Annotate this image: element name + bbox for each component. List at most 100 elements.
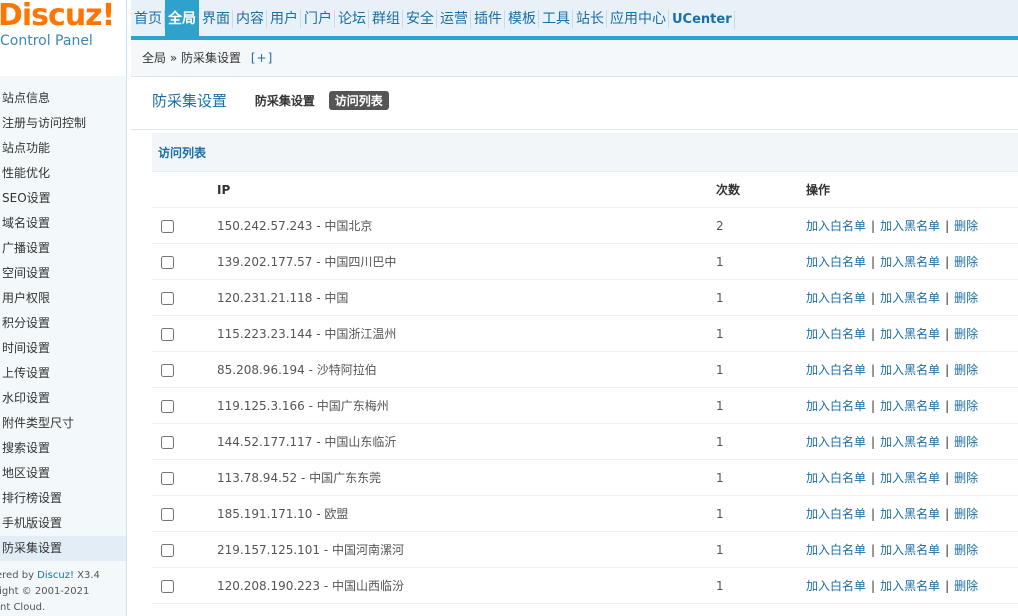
ops-separator: | <box>945 219 950 233</box>
row-checkbox[interactable] <box>161 435 174 449</box>
row-select-cell <box>152 387 217 424</box>
row-checkbox[interactable] <box>161 399 174 413</box>
sidebar-item-18[interactable]: 防采集设置 <box>0 536 126 561</box>
delete-link[interactable]: 删除 <box>954 579 978 593</box>
access-list-table: IP 次数 操作 150.242.57.243 - 中国北京 2 加入白名单 | 加入黑… <box>152 172 1018 604</box>
add-blacklist-link[interactable]: 加入黑名单 <box>880 543 940 557</box>
sidebar-item-10[interactable]: 时间设置 <box>0 336 126 361</box>
add-blacklist-link[interactable]: 加入黑名单 <box>880 255 940 269</box>
tab-access-list[interactable]: 访问列表 <box>328 91 389 110</box>
nav-item-4[interactable]: 用户 <box>267 0 301 36</box>
sidebar-item-4[interactable]: SEO设置 <box>0 186 126 211</box>
delete-link[interactable]: 删除 <box>954 507 978 521</box>
logo[interactable]: Discuz! Control Panel <box>0 0 126 76</box>
nav-item-1[interactable]: 全局 <box>165 0 199 36</box>
nav-item-7[interactable]: 群组 <box>369 0 403 36</box>
add-whitelist-link[interactable]: 加入白名单 <box>806 471 866 485</box>
add-blacklist-link[interactable]: 加入黑名单 <box>880 471 940 485</box>
table-row: 120.208.190.223 - 中国山西临汾 1 加入白名单 | 加入黑名单 | 删除 <box>152 567 1018 604</box>
add-whitelist-link[interactable]: 加入白名单 <box>806 399 866 413</box>
title-row: 防采集设置 防采集设置 访问列表 <box>152 90 389 114</box>
delete-link[interactable]: 删除 <box>954 543 978 557</box>
add-whitelist-link[interactable]: 加入白名单 <box>806 291 866 305</box>
sidebar-item-6[interactable]: 广播设置 <box>0 236 126 261</box>
delete-link[interactable]: 删除 <box>954 291 978 305</box>
sidebar-item-3[interactable]: 性能优化 <box>0 161 126 186</box>
nav-item-5[interactable]: 门户 <box>301 0 335 36</box>
nav-item-0[interactable]: 首页 <box>131 0 165 36</box>
add-whitelist-link[interactable]: 加入白名单 <box>806 255 866 269</box>
nav-item-3[interactable]: 内容 <box>233 0 267 36</box>
delete-link[interactable]: 删除 <box>954 399 978 413</box>
ops-cell: 加入白名单 | 加入黑名单 | 删除 <box>806 423 1018 460</box>
sidebar-item-17[interactable]: 手机版设置 <box>0 511 126 536</box>
nav-item-10[interactable]: 插件 <box>471 0 505 36</box>
nav-item-8[interactable]: 安全 <box>403 0 437 36</box>
add-blacklist-link[interactable]: 加入黑名单 <box>880 363 940 377</box>
add-whitelist-link[interactable]: 加入白名单 <box>806 579 866 593</box>
add-blacklist-link[interactable]: 加入黑名单 <box>880 219 940 233</box>
sidebar-item-13[interactable]: 附件类型尺寸 <box>0 411 126 436</box>
nav-item-9[interactable]: 运营 <box>437 0 471 36</box>
sidebar-item-5[interactable]: 域名设置 <box>0 211 126 236</box>
row-checkbox[interactable] <box>161 543 174 557</box>
sidebar-item-8[interactable]: 用户权限 <box>0 286 126 311</box>
count-cell: 1 <box>716 315 806 352</box>
sidebar: Discuz! Control Panel 站点信息 注册与访问控制 站点功能 性能优… <box>0 0 127 616</box>
row-checkbox[interactable] <box>161 327 174 341</box>
sidebar-item-16[interactable]: 排行榜设置 <box>0 486 126 511</box>
delete-link[interactable]: 删除 <box>954 363 978 377</box>
delete-link[interactable]: 删除 <box>954 255 978 269</box>
nav-item-14[interactable]: 应用中心 <box>607 0 669 36</box>
count-cell: 1 <box>716 351 806 388</box>
add-whitelist-link[interactable]: 加入白名单 <box>806 219 866 233</box>
top-nav: 首页 全局 界面 内容 用户 门户 论坛 群组 安全 运营 插件 模板 工具 站长 应用中心 UCenter <box>131 0 1018 40</box>
add-blacklist-link[interactable]: 加入黑名单 <box>880 507 940 521</box>
row-checkbox[interactable] <box>161 363 174 377</box>
sidebar-item-0[interactable]: 站点信息 <box>0 86 126 111</box>
sidebar-item-14[interactable]: 搜索设置 <box>0 436 126 461</box>
count-cell: 2 <box>716 207 806 244</box>
row-checkbox[interactable] <box>161 507 174 521</box>
add-blacklist-link[interactable]: 加入黑名单 <box>880 399 940 413</box>
delete-link[interactable]: 删除 <box>954 219 978 233</box>
breadcrumb-root[interactable]: 全局 <box>142 51 166 65</box>
sidebar-item-12[interactable]: 水印设置 <box>0 386 126 411</box>
add-whitelist-link[interactable]: 加入白名单 <box>806 543 866 557</box>
add-to-menu-button[interactable]: [+] <box>251 51 273 65</box>
sidebar-item-2[interactable]: 站点功能 <box>0 136 126 161</box>
tab-anti-collect-settings[interactable]: 防采集设置 <box>255 92 315 109</box>
add-whitelist-link[interactable]: 加入白名单 <box>806 363 866 377</box>
sidebar-item-7[interactable]: 空间设置 <box>0 261 126 286</box>
add-blacklist-link[interactable]: 加入黑名单 <box>880 579 940 593</box>
add-whitelist-link[interactable]: 加入白名单 <box>806 507 866 521</box>
delete-link[interactable]: 删除 <box>954 435 978 449</box>
nav-item-12[interactable]: 工具 <box>539 0 573 36</box>
nav-item-2[interactable]: 界面 <box>199 0 233 36</box>
row-checkbox[interactable] <box>161 291 174 305</box>
delete-link[interactable]: 删除 <box>954 327 978 341</box>
nav-item-13[interactable]: 站长 <box>573 0 607 36</box>
nav-item-15[interactable]: UCenter <box>669 1 735 37</box>
sidebar-item-15[interactable]: 地区设置 <box>0 461 126 486</box>
add-blacklist-link[interactable]: 加入黑名单 <box>880 291 940 305</box>
add-blacklist-link[interactable]: 加入黑名单 <box>880 435 940 449</box>
add-whitelist-link[interactable]: 加入白名单 <box>806 327 866 341</box>
copyright-brand-link[interactable]: Discuz! <box>37 570 74 581</box>
copyright-prefix: ered by <box>0 570 38 581</box>
sidebar-item-1[interactable]: 注册与访问控制 <box>0 111 126 136</box>
ops-cell: 加入白名单 | 加入黑名单 | 删除 <box>806 387 1018 424</box>
add-blacklist-link[interactable]: 加入黑名单 <box>880 327 940 341</box>
row-checkbox[interactable] <box>161 471 174 485</box>
nav-item-6[interactable]: 论坛 <box>335 0 369 36</box>
delete-link[interactable]: 删除 <box>954 471 978 485</box>
row-checkbox[interactable] <box>161 255 174 269</box>
table-body: 150.242.57.243 - 中国北京 2 加入白名单 | 加入黑名单 | 删除 139.… <box>152 207 1018 604</box>
sidebar-item-9[interactable]: 积分设置 <box>0 311 126 336</box>
count-cell: 1 <box>716 531 806 568</box>
row-checkbox[interactable] <box>161 219 174 233</box>
add-whitelist-link[interactable]: 加入白名单 <box>806 435 866 449</box>
row-checkbox[interactable] <box>161 579 174 593</box>
sidebar-item-11[interactable]: 上传设置 <box>0 361 126 386</box>
nav-item-11[interactable]: 模板 <box>505 0 539 36</box>
